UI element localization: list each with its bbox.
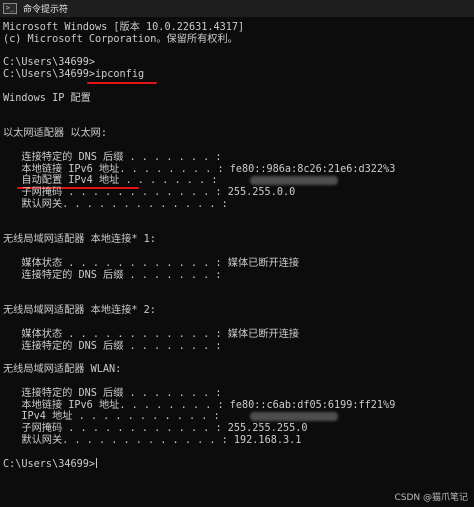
wlan-dns-line: 连接特定的 DNS 后缀 . . . . . . . : — [3, 387, 222, 399]
eth-ipv6-label: 本地链接 IPv6 地址. . . . . . . . : — [3, 163, 224, 175]
eth-ipv6-value: fe80::986a:8c26:21e6:d322%3 — [223, 163, 396, 175]
copyright-line: (c) Microsoft Corporation。保留所有权利。 — [3, 33, 238, 45]
version-line: Microsoft Windows [版本 10.0.22631.4317] — [3, 22, 245, 33]
ip-config-title: Windows IP 配置 — [3, 92, 91, 104]
eth-ipv4-line: 自动配置 IPv4 地址 . . . . . . . : — [3, 175, 474, 190]
wlan-ipv4-label: IPv4 地址 . . . . . . . . . . . : — [3, 411, 220, 423]
command-text: ipconfig — [95, 69, 145, 81]
redacted-value — [250, 176, 338, 186]
wlan1-state-label: 媒体状态 . . . . . . . . . . . . : — [3, 257, 222, 269]
wlan-ipv4-line: IPv4 地址 . . . . . . . . . . . : — [3, 411, 474, 423]
text-cursor — [96, 458, 98, 469]
window-title: 命令提示符 — [23, 5, 69, 15]
watermark: CSDN @猫爪笔记 — [394, 493, 468, 503]
redacted-value — [250, 412, 338, 422]
wlan-mask-label: 子网掩码 . . . . . . . . . . . . : — [3, 423, 222, 435]
wlan-gateway-label: 默认网关. . . . . . . . . . . . . : — [3, 434, 228, 446]
wlan1-dns-line: 连接特定的 DNS 后缀 . . . . . . . : — [3, 269, 222, 281]
eth-gateway-line: 默认网关. . . . . . . . . . . . . : — [3, 198, 228, 210]
title-bar[interactable]: >_ 命令提示符 — [0, 0, 474, 17]
wlan2-heading: 无线局域网适配器 本地连接* 2: — [3, 305, 156, 317]
eth-ipv6-line: 本地链接 IPv6 地址. . . . . . . . : fe80::986a… — [3, 164, 474, 176]
wlan-mask-value: 255.255.255.0 — [221, 423, 308, 435]
wlan-gateway-line: 默认网关. . . . . . . . . . . . . : 192.168.… — [3, 435, 474, 447]
final-prompt-line[interactable]: C:\Users\34699> — [3, 458, 474, 470]
wlan-ipv6-line: 本地链接 IPv6 地址. . . . . . . . : fe80::c6ab… — [3, 400, 474, 412]
wlan-heading: 无线局域网适配器 WLAN: — [3, 364, 122, 376]
wlan2-state-line: 媒体状态 . . . . . . . . . . . . : 媒体已断开连接 — [3, 329, 474, 341]
prompt-line: C:\Users\34699> — [3, 57, 96, 69]
final-prompt: C:\Users\34699> — [3, 459, 96, 471]
terminal-window: >_ 命令提示符 Microsoft Windows [版本 10.0.2263… — [0, 0, 474, 507]
wlan-ipv6-label: 本地链接 IPv6 地址. . . . . . . . : — [3, 399, 224, 411]
wlan2-dns-line: 连接特定的 DNS 后缀 . . . . . . . : — [3, 340, 222, 352]
wlan1-state-value: 媒体已断开连接 — [221, 257, 300, 269]
wlan-ipv6-value: fe80::c6ab:df05:6199:ff21%9 — [223, 399, 396, 411]
wlan2-state-value: 媒体已断开连接 — [221, 328, 300, 340]
wlan2-state-label: 媒体状态 . . . . . . . . . . . . : — [3, 328, 222, 340]
eth-dns-suffix-line: 连接特定的 DNS 后缀 . . . . . . . : — [3, 151, 222, 163]
wlan1-state-line: 媒体状态 . . . . . . . . . . . . : 媒体已断开连接 — [3, 258, 474, 270]
eth-mask-line: 子网掩码 . . . . . . . . . . . . : 255.255.0… — [3, 187, 474, 199]
eth-mask-label: 子网掩码 . . . . . . . . . . . . : — [3, 187, 222, 199]
eth-ipv4-label: 自动配置 IPv4 地址 . . . . . . . : — [3, 175, 218, 187]
prompt-path: C:\Users\34699> — [3, 69, 96, 81]
eth-mask-value: 255.255.0.0 — [221, 187, 296, 199]
wlan-gateway-value: 192.168.3.1 — [227, 434, 302, 446]
terminal-output[interactable]: Microsoft Windows [版本 10.0.22631.4317] (… — [3, 22, 474, 507]
command-line: C:\Users\34699>ipconfig — [3, 69, 474, 85]
cmd-icon: >_ — [3, 3, 17, 14]
wlan-mask-line: 子网掩码 . . . . . . . . . . . . : 255.255.2… — [3, 423, 474, 435]
ethernet-heading: 以太网适配器 以太网: — [3, 128, 107, 140]
wlan1-heading: 无线局域网适配器 本地连接* 1: — [3, 234, 156, 246]
